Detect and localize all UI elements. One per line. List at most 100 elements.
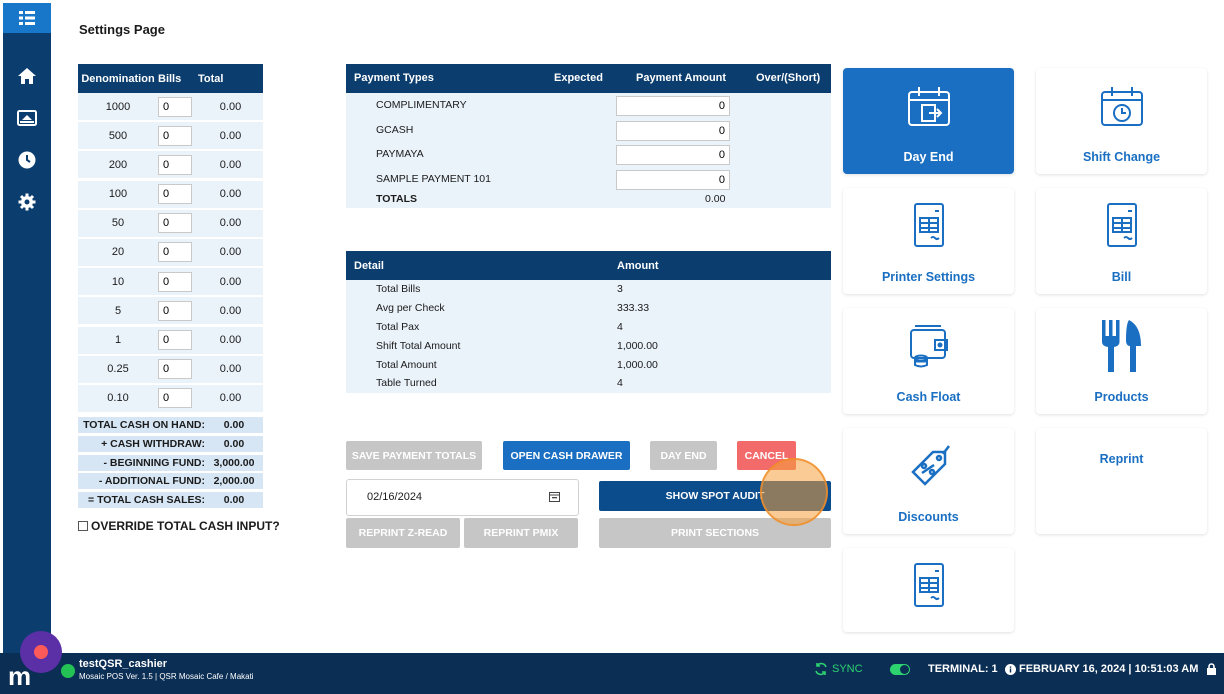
tile-printer-settings[interactable]: Printer Settings [843,188,1014,294]
sync-status[interactable]: SYNC [814,662,863,676]
bills-cell [158,242,198,263]
assistant-fab-button[interactable] [20,631,62,673]
tile-cash-float[interactable]: Cash Float [843,308,1014,414]
column-header: Denomination [81,72,155,85]
save-payment-totals-button[interactable]: SAVE PAYMENT TOTALS [346,441,482,470]
payment-type-label: SAMPLE PAYMENT 101 [376,172,491,185]
bills-cell [158,213,198,234]
tile-label: Products [1094,390,1149,404]
bills-input[interactable] [158,125,192,146]
bills-input[interactable] [158,154,192,175]
bills-input[interactable] [158,271,192,292]
denomination-total: 0.00 [219,100,242,113]
denomination-row: 100.00 [78,268,263,296]
calendar-exit-icon [907,84,951,128]
detail-rows: Total Bills 3 Avg per Check 333.33 Total Pax… [346,280,831,394]
bills-input[interactable] [158,213,192,234]
denomination-row: 500 0.00 [78,122,263,150]
detail-value: 4 [617,377,623,390]
bills-cell [158,125,198,146]
column-header: Payment Amount [636,72,727,84]
version-info: Mosaic POS Ver. 1.5 | QSR Mosaic Cafe / … [79,672,254,681]
summary-row: = TOTAL CASH SALES: 0.00 [78,492,263,509]
detail-row: Total Pax 4 [346,317,831,337]
detail-label: Shift Total Amount [376,339,461,352]
tile-label: Discounts [898,510,959,524]
sidebar [3,3,51,653]
payment-amount-input[interactable] [616,120,730,141]
bills-input[interactable] [158,388,192,409]
detail-row: Total Bills 3 [346,280,831,299]
tile-products[interactable]: Products [1036,308,1207,414]
override-label: OVERRIDE TOTAL CASH INPUT? [91,519,280,533]
bills-cell [158,96,198,117]
discount-tag-icon [905,444,953,488]
detail-label: Total Pax [376,320,420,333]
date-input[interactable]: 02/16/2024 [346,479,579,516]
payment-amount-input[interactable] [616,145,730,165]
gear-icon[interactable] [3,187,51,217]
status-bar: m testQSR_cashier Mosaic POS Ver. 1.5 | … [0,653,1224,694]
bills-input[interactable] [158,184,192,205]
tile-shift-change[interactable]: Shift Change [1036,68,1207,174]
tile-bill[interactable]: Bill [1036,188,1207,294]
reprint-zread-button[interactable]: REPRINT Z-READ [346,518,460,548]
denomination-total: 0.00 [219,188,242,201]
payment-type-label: PAYMAYA [376,148,424,160]
payment-row: GCASH [346,117,831,142]
denomination-table: Denomination Bills Total 1000 0.00 500 0.00… [78,64,263,412]
payment-type-label: GCASH [376,123,414,136]
column-header: Total [198,72,224,85]
override-total-cash[interactable]: OVERRIDE TOTAL CASH INPUT? [78,519,280,533]
sync-toggle[interactable] [890,664,910,675]
totals-label: TOTALS [376,193,418,205]
bills-input[interactable] [158,242,192,263]
sync-icon [815,662,827,676]
tile-label: Shift Change [1082,150,1161,164]
detail-value: 1,000.00 [617,358,658,371]
denomination-row: 100 0.00 [78,180,263,208]
register-icon[interactable] [3,103,51,133]
tile-unlabeled[interactable] [843,548,1014,632]
bills-input[interactable] [158,359,192,380]
cash-summary: TOTAL CASH ON HAND: 0.00 + CASH WITHDRAW: 0… [78,417,263,511]
denomination-total: 0.00 [219,158,242,171]
calendar-icon[interactable] [549,491,560,505]
sync-label: SYNC [832,663,863,675]
tile-label: Reprint [1099,452,1144,466]
tile-discounts[interactable]: Discounts [843,428,1014,534]
bills-input[interactable] [158,300,192,321]
denomination-total: 0.00 [219,129,242,142]
receipt-icon [1104,203,1140,248]
tile-reprint[interactable]: Reprint [1036,428,1207,534]
denomination-row: 1000 0.00 [78,93,263,120]
bills-input[interactable] [158,96,192,117]
denomination-total: 0.00 [219,217,242,230]
lock-icon[interactable] [1206,663,1217,675]
menu-icon[interactable] [3,3,51,33]
day-end-button[interactable]: DAY END [650,441,717,470]
open-cash-drawer-button[interactable]: OPEN CASH DRAWER [503,441,630,470]
tile-day-end[interactable]: Day End [843,68,1014,174]
clock-icon[interactable] [3,145,51,175]
summary-row: - ADDITIONAL FUND: 2,000.00 [78,473,263,490]
payment-amount-input[interactable] [616,96,730,116]
home-icon[interactable] [3,61,51,91]
detail-table: Detail Amount Total Bills 3 Avg per Check 3… [346,251,831,394]
summary-row: TOTAL CASH ON HAND: 0.00 [78,417,263,433]
bills-input[interactable] [158,330,192,350]
payment-totals-row: TOTALS 0.00 [346,191,831,208]
override-checkbox[interactable] [78,521,88,531]
payment-amount-input[interactable] [616,169,730,190]
bills-cell [158,330,198,350]
summary-row: - BEGINNING FUND: 3,000.00 [78,454,263,471]
bills-cell [158,184,198,205]
totals-value: 0.00 [705,193,726,205]
denomination-total: 0.00 [219,363,242,376]
denomination-value: 1000 [105,100,131,113]
reprint-pmix-button[interactable]: REPRINT PMIX [464,518,578,548]
bills-cell [158,359,198,380]
detail-row: Shift Total Amount 1,000.00 [346,336,831,356]
calendar-clock-icon [1100,84,1144,128]
column-header: Over/(Short) [756,72,821,84]
